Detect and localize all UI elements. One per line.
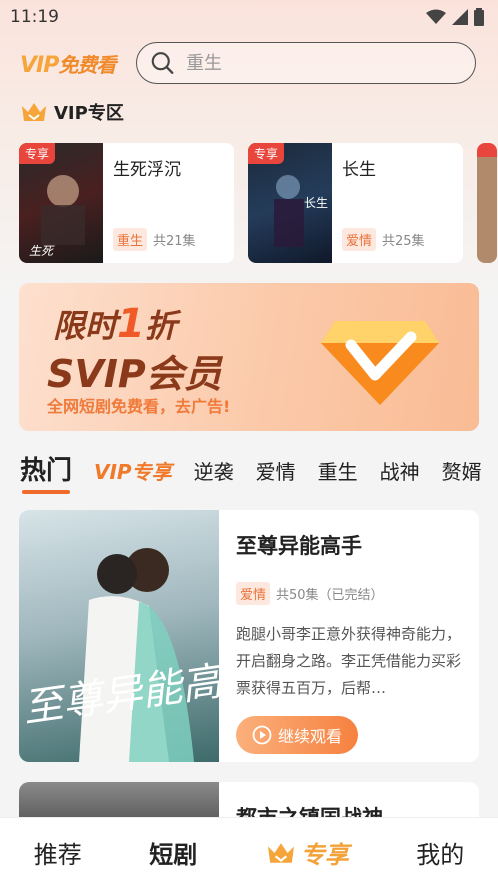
play-circle-icon — [252, 725, 272, 745]
bottom-nav: 推荐 短剧 专享 我的 — [0, 817, 498, 887]
vip-section-header: VIP专区 — [20, 98, 124, 126]
vip-card[interactable]: 专享 生死 生死浮沉 重生 共21集 — [19, 143, 234, 263]
search-icon — [151, 52, 174, 74]
drama-title: 至尊异能高手 — [236, 534, 362, 558]
tab-hot[interactable]: 热门 — [20, 448, 72, 494]
status-bar: 11:19 — [0, 0, 498, 34]
episode-count: 共21集 — [153, 234, 196, 249]
vip-gem-icon — [321, 321, 439, 405]
poster-art: 长生 — [274, 175, 328, 247]
banner-headline: 限时1折 — [53, 301, 177, 347]
genre-tag: 爱情 — [236, 582, 271, 605]
crown-icon — [22, 103, 46, 121]
vip-card-title: 长生 — [342, 160, 376, 180]
continue-watching-button[interactable]: 继续观看 — [236, 716, 358, 754]
nav-short-drama[interactable]: 短剧 — [149, 835, 197, 870]
poster-art: 至尊异能高手 — [20, 548, 219, 762]
logo-text: 免费看 — [58, 52, 116, 77]
svip-promo-banner[interactable]: 限时1折 SVIP会员 全网短剧免费看，去广告! — [19, 283, 479, 431]
genre-tag: 重生 — [113, 228, 148, 251]
tab-son-in-law[interactable]: 赘婿 — [442, 448, 482, 485]
episode-count: 共25集 — [382, 234, 425, 249]
search-input[interactable] — [186, 52, 461, 74]
nav-exclusive[interactable]: 专享 — [265, 835, 349, 870]
vip-card-poster: 专享 生死 — [19, 143, 103, 263]
tab-war-god[interactable]: 战神 — [380, 448, 420, 485]
vip-card-title: 生死浮沉 — [113, 160, 181, 180]
category-tabs: 热门 VIP专享 逆袭 爱情 重生 战神 赘婿 — [0, 448, 498, 498]
svg-text:生死: 生死 — [29, 244, 55, 258]
nav-recommend[interactable]: 推荐 — [34, 835, 82, 870]
logo-vip-text: VIP — [20, 52, 59, 78]
tab-romance[interactable]: 爱情 — [256, 448, 296, 485]
episode-count: 共50集（已完结） — [276, 588, 384, 603]
genre-tag: 爱情 — [342, 228, 377, 251]
crown-icon — [267, 842, 294, 863]
drama-poster: 至尊异能高手 — [19, 510, 219, 762]
wifi-icon — [426, 9, 446, 24]
signal-icon — [452, 9, 468, 25]
battery-icon — [474, 8, 484, 26]
vip-section-title: VIP专区 — [54, 103, 124, 124]
svg-text:长生: 长生 — [304, 196, 328, 210]
drama-card[interactable]: 至尊异能高手 至尊异能高手 爱情 共50集（已完结） 跑腿小哥李正意外获得神奇能… — [19, 510, 479, 762]
continue-watching-label: 继续观看 — [277, 727, 342, 746]
search-bar[interactable] — [136, 42, 476, 84]
banner-svip-title: SVIP会员 — [47, 352, 222, 396]
status-time: 11:19 — [10, 7, 59, 27]
vip-card-list: 专享 生死 生死浮沉 重生 共21集 专享 长生 长生 爱情 共25集 — [19, 143, 498, 263]
nav-profile[interactable]: 我的 — [416, 835, 464, 870]
banner-headline-prefix: 限时 — [53, 307, 118, 345]
banner-headline-suffix: 折 — [144, 307, 177, 345]
banner-subtitle: 全网短剧免费看，去广告! — [47, 397, 231, 416]
vip-card-poster: 专享 长生 — [248, 143, 332, 263]
tab-rebirth[interactable]: 重生 — [318, 448, 358, 485]
tab-counterattack[interactable]: 逆袭 — [194, 448, 234, 485]
status-icons — [426, 8, 484, 26]
app-logo: VIP免费看 — [20, 49, 126, 78]
vip-card[interactable]: 专享 长生 长生 爱情 共25集 — [248, 143, 463, 263]
app-header: VIP免费看 — [0, 40, 498, 86]
drama-description: 跑腿小哥李正意外获得神奇能力，开启翻身之路。李正凭借能力买彩票获得五百万，后帮… — [236, 625, 462, 697]
banner-discount-number: 1 — [117, 301, 145, 347]
tab-vip-exclusive[interactable]: VIP专享 — [94, 448, 172, 485]
vip-card-partial[interactable] — [477, 143, 497, 263]
nav-exclusive-label: 专享 — [300, 841, 349, 869]
poster-art: 生死 — [29, 175, 85, 258]
